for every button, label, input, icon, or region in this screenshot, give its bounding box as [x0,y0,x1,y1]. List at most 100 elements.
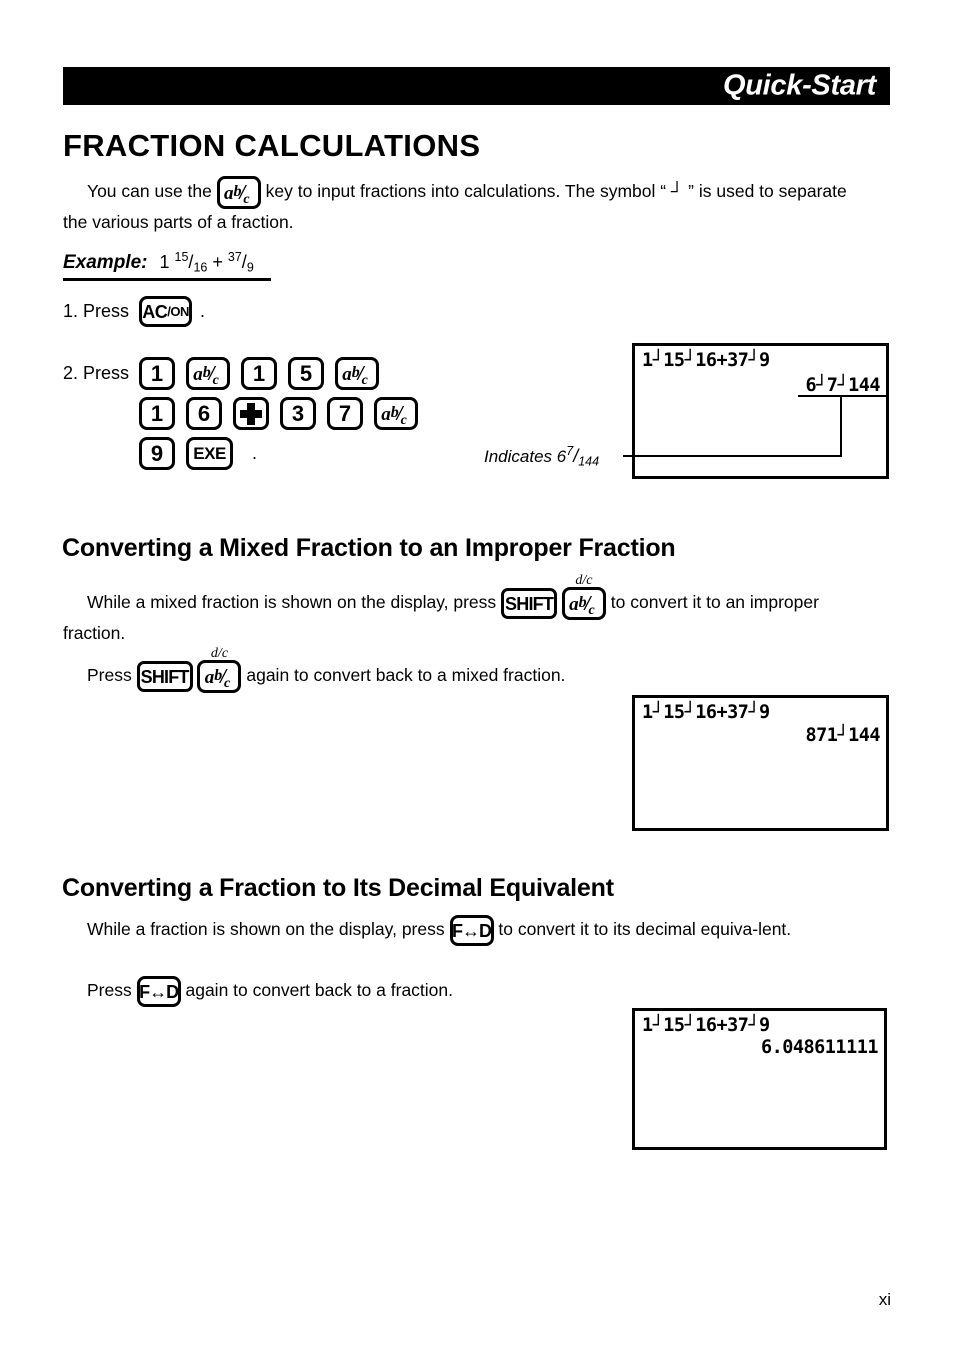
step-one: 1. Press AC/ON . [63,296,205,327]
a-b-c-glyph: ab/c [204,666,235,691]
digit-key-5[interactable]: 5 [288,357,325,390]
step-one-label: 1. Press [63,301,130,321]
display-result-line: 871┘144 [805,725,881,746]
fraction-decimal-key[interactable]: F↔D [449,915,494,946]
abc-c-letter: c [243,192,250,207]
improper-text-after-two: again to convert back to a mixed fractio… [246,665,566,686]
plus-icon [240,402,263,425]
decimal-paragraph-one: While a fraction is shown on the display… [63,915,875,946]
digit-key-1[interactable]: 1 [139,397,176,430]
example-label: Example: [63,251,148,273]
digit-key-1[interactable]: 1 [241,357,278,390]
page-title: FRACTION CALCULATIONS [63,128,481,163]
a-b-c-fraction-key[interactable]: ab/c [561,587,606,620]
example-operator: + [212,251,223,272]
display-result-line: 6┘7┘144 [805,375,881,396]
decimal-press-label: Press [87,980,132,1001]
abc-c-letter: c [212,373,219,388]
plus-key[interactable] [233,397,270,430]
a-b-c-glyph: ab/c [193,363,223,388]
decimal-paragraph-two: Press F↔D again to convert back to a fra… [63,976,875,1007]
example-fraction-one: 15/16 [175,250,208,274]
example-row: Example: 1 15/16 + 37/9 [63,250,271,278]
display-entry-line: 1┘15┘16+37┘9 [642,1015,770,1036]
callout-denominator: 144 [578,454,600,469]
decimal-text-after-two: again to convert back to a fraction. [185,980,454,1001]
a-b-c-fraction-key[interactable]: ab/c [197,660,242,693]
heading-decimal-equivalent: Converting a Fraction to Its Decimal Equ… [62,874,614,902]
fraction-one-denominator: 16 [193,260,208,275]
a-b-c-glyph: ab/c [342,363,372,388]
abc-a-letter: a [204,667,215,688]
a-b-c-glyph: ab/c [381,403,411,428]
step-two: 2. Press 1 ab/c 1 5 ab/c 1 6 3 7 ab/c 9 … [63,357,419,477]
keypad-row-one: 1 ab/c 1 5 ab/c [139,357,418,390]
callout-vertical-line [840,395,842,457]
ac-on-key-on-text: /ON [167,304,189,319]
calculator-display-decimal: 1┘15┘16+37┘9 6.048611111 [632,1008,887,1150]
improper-paragraph-two: Press SHIFT d/c ab/c again to convert ba… [63,646,873,693]
digit-key-1[interactable]: 1 [139,357,176,390]
callout-text-prefix: Indicates 6 [484,446,567,466]
abc-c-letter: c [400,413,407,428]
abc-c-letter: c [361,373,368,388]
a-b-c-key-with-dc-label: d/c ab/c [197,646,242,693]
example-fraction-two: 37/9 [228,250,254,274]
digit-key-7[interactable]: 7 [327,397,364,430]
ac-on-key-ac-text: AC [142,301,168,322]
heading-improper-fraction: Converting a Mixed Fraction to an Improp… [62,534,676,562]
shift-key[interactable]: SHIFT [501,588,558,619]
improper-press-label: Press [87,665,132,686]
ac-on-key[interactable]: AC/ON [139,296,193,327]
abc-a-letter: a [381,404,391,425]
improper-text-before: While a mixed fraction is shown on the d… [87,592,497,613]
exe-key[interactable]: EXE [186,437,234,470]
fraction-two-numerator: 37 [227,250,242,264]
calculator-display-mixed-fraction: 1┘15┘16+37┘9 6┘7┘144 [632,343,889,479]
a-b-c-glyph: ab/c [224,182,254,207]
page-header-bar: Quick-Start [63,67,890,105]
digit-key-6[interactable]: 6 [186,397,223,430]
shift-key[interactable]: SHIFT [136,661,193,692]
improper-paragraph-one: While a mixed fraction is shown on the d… [63,573,873,646]
fraction-two-denominator: 9 [246,260,254,275]
a-b-c-fraction-key[interactable]: ab/c [374,397,419,430]
keypad-row-two: 1 6 3 7 ab/c [139,397,419,430]
example-expression: 1 15/16 + 37/9 [159,250,253,274]
example-underline-rule [63,278,271,282]
callout-underline [798,395,888,397]
calculator-display-improper-fraction: 1┘15┘16+37┘9 871┘144 [632,695,889,831]
callout-label: Indicates 6 7/144 [484,444,599,468]
page-number: xi [878,1290,891,1309]
example-whole-number: 1 [159,251,170,272]
a-b-c-fraction-key[interactable]: ab/c [216,176,261,209]
step-two-period: . [252,443,258,463]
intro-text-before: You can use the [87,181,212,202]
digit-key-3[interactable]: 3 [280,397,317,430]
abc-c-letter: c [588,603,595,618]
a-b-c-fraction-key[interactable]: ab/c [335,357,380,390]
display-result-line: 6.048611111 [760,1037,879,1058]
keypad-row-three: 9 EXE . [139,437,418,470]
callout-fraction: 7/144 [566,444,599,468]
header-title: Quick-Start [722,69,876,102]
fraction-decimal-key[interactable]: F↔D [136,976,181,1007]
decimal-text-after: to convert it to its decimal equiva-lent… [498,919,792,940]
abc-a-letter: a [569,594,579,615]
abc-c-letter: c [224,676,231,691]
digit-key-9[interactable]: 9 [139,437,176,470]
decimal-text-before: While a fraction is shown on the display… [87,919,445,940]
abc-a-letter: a [193,364,203,385]
intro-paragraph: You can use the ab/c key to input fracti… [63,176,873,235]
a-b-c-glyph: ab/c [569,593,599,618]
display-entry-line: 1┘15┘16+37┘9 [642,702,770,723]
example-block: Example: 1 15/16 + 37/9 [63,250,271,282]
display-entry-line: 1┘15┘16+37┘9 [642,350,770,371]
abc-a-letter: a [342,364,352,385]
step-one-period: . [200,301,206,321]
step-two-label: 2. Press [63,363,130,383]
keypad-sequence: 1 ab/c 1 5 ab/c 1 6 3 7 ab/c 9 EXE . [139,357,419,477]
a-b-c-fraction-key[interactable]: ab/c [186,357,231,390]
fraction-one-numerator: 15 [174,250,189,264]
callout-horizontal-line [623,455,842,457]
